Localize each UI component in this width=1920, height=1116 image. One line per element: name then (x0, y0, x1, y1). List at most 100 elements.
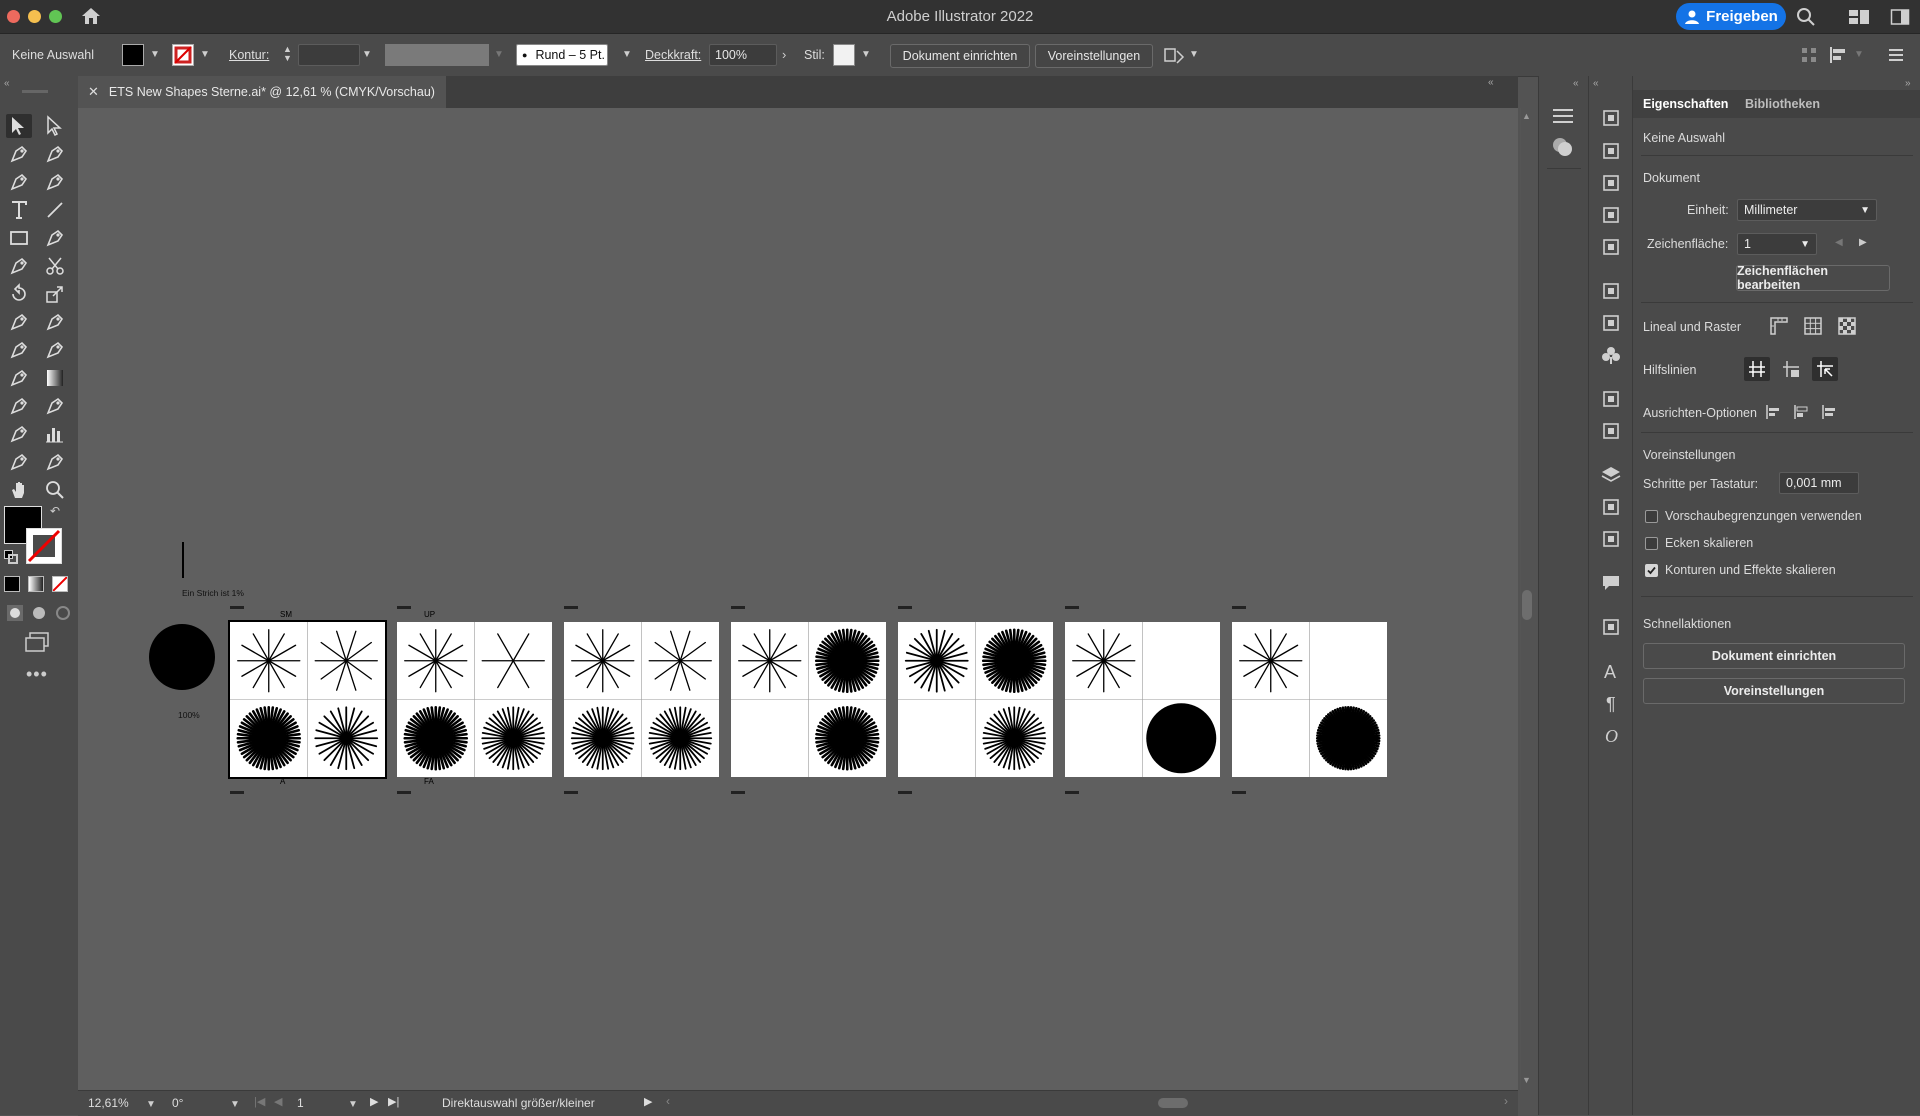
transparency-grid-icon[interactable] (1834, 314, 1860, 338)
sample-dot[interactable] (149, 624, 215, 690)
slice-tool-icon[interactable] (42, 450, 68, 474)
star-shape[interactable] (648, 706, 713, 771)
libraries-icon[interactable] (1599, 419, 1623, 443)
magic-wand-tool-icon[interactable] (6, 142, 32, 166)
graphic-styles-icon[interactable] (1599, 387, 1623, 411)
style-swatch[interactable] (833, 44, 855, 66)
stroke-label[interactable]: Kontur: (229, 48, 269, 62)
perspective-grid-tool-icon[interactable] (42, 338, 68, 362)
transform-icon[interactable] (1800, 46, 1818, 67)
star-shape[interactable] (314, 630, 378, 691)
symbol-sprayer-tool-icon[interactable] (6, 422, 32, 446)
chevron-down-icon[interactable]: ▼ (622, 49, 632, 60)
stepper-icon[interactable]: ▲ ▼ (283, 45, 292, 63)
align-panel-icon[interactable] (1599, 615, 1623, 639)
mesh-tool-icon[interactable] (6, 366, 32, 390)
layers-icon[interactable] (1599, 463, 1623, 487)
comments-icon[interactable] (1599, 571, 1623, 595)
prev-artboard-icon[interactable]: ◀ (1835, 237, 1843, 248)
star-shape[interactable] (648, 630, 712, 691)
chevron-right-icon[interactable]: › (782, 47, 786, 62)
pathfinder-icon[interactable] (1599, 171, 1623, 195)
star-shape[interactable] (403, 705, 469, 771)
gradient-mode-icon[interactable] (28, 576, 44, 592)
menu-icon[interactable] (1886, 45, 1906, 68)
document-setup-button[interactable]: Dokument einrichten (890, 44, 1030, 68)
scroll-right-icon[interactable]: › (1504, 1094, 1508, 1108)
scroll-up-icon[interactable]: ▲ (1522, 111, 1531, 121)
panel-menu-icon[interactable] (1551, 106, 1575, 129)
star-shape[interactable] (237, 629, 301, 693)
chevron-down-icon[interactable]: ▼ (200, 49, 210, 60)
selection-tool-icon[interactable] (6, 114, 32, 138)
free-transform-tool-icon[interactable] (42, 310, 68, 334)
chevron-down-icon[interactable]: ▼ (348, 1099, 358, 1110)
first-artboard-icon[interactable]: |◀ (254, 1095, 265, 1108)
align-icon[interactable] (1828, 45, 1848, 68)
transform-panel-icon[interactable] (1599, 139, 1623, 163)
next-artboard-icon[interactable]: ▶ (1859, 237, 1867, 248)
none-mode-icon[interactable] (52, 576, 68, 592)
panel-grip[interactable] (22, 90, 48, 93)
star-shape[interactable] (814, 628, 880, 694)
draw-inside-icon[interactable] (54, 604, 72, 622)
star-shape[interactable] (404, 629, 468, 693)
chevron-down-icon[interactable]: ▼ (861, 49, 871, 60)
collapse-icon[interactable]: » (1905, 78, 1911, 89)
star-shape[interactable] (481, 706, 546, 771)
star-shape[interactable] (982, 706, 1047, 771)
edit-artboards-button[interactable]: Zeichenflächen bearbeiten (1736, 264, 1890, 292)
chevron-down-icon[interactable]: ▼ (230, 1099, 240, 1110)
zoom-tool-icon[interactable] (42, 478, 68, 502)
star-shape[interactable] (1239, 629, 1303, 693)
hand-tool-icon[interactable] (6, 478, 32, 502)
swatches-icon[interactable] (1599, 279, 1623, 303)
document-tab[interactable]: ✕ ETS New Shapes Sterne.ai* @ 12,61 % (C… (78, 76, 446, 108)
artboard-number[interactable]: 1 (297, 1096, 304, 1110)
edit-toolbar-icon[interactable]: ••• (26, 664, 48, 685)
keyboard-increment-field[interactable]: 0,001 mm (1779, 472, 1859, 494)
gradient-tool-icon[interactable] (42, 366, 68, 390)
brushes-icon[interactable] (1599, 311, 1623, 335)
zoom-level[interactable]: 12,61% (88, 1096, 129, 1110)
chevron-down-icon[interactable]: ▼ (150, 49, 160, 60)
paragraph-icon[interactable]: ¶ (1599, 691, 1623, 715)
width-tool-icon[interactable] (6, 310, 32, 334)
sample-stroke[interactable] (182, 542, 184, 578)
quick-preferences-button[interactable]: Voreinstellungen (1643, 678, 1905, 704)
star-shape[interactable] (738, 629, 802, 693)
star-shape[interactable] (904, 628, 969, 693)
blend-tool-icon[interactable] (42, 394, 68, 418)
scissors-tool-icon[interactable] (42, 254, 68, 278)
checkbox-scale-strokes[interactable] (1645, 564, 1658, 577)
chevron-down-icon[interactable]: ▼ (1854, 49, 1864, 60)
star-shape[interactable] (1072, 629, 1136, 693)
share-button[interactable]: Freigeben (1676, 3, 1786, 30)
draw-normal-icon[interactable] (6, 604, 24, 622)
lock-guides-icon[interactable] (1778, 357, 1804, 381)
artboard[interactable] (731, 622, 886, 777)
artboard-tool-icon[interactable] (6, 450, 32, 474)
collapse-icon[interactable]: « (1488, 77, 1494, 88)
screen-mode-icon[interactable] (24, 632, 50, 652)
workspace-icon[interactable] (1848, 8, 1870, 29)
unit-select[interactable]: Millimeter ▼ (1737, 199, 1877, 221)
export-icon[interactable] (1599, 495, 1623, 519)
panel-layout-icon[interactable] (1890, 8, 1910, 29)
variable-width-profile[interactable] (385, 44, 489, 66)
column-graph-tool-icon[interactable] (42, 422, 68, 446)
opentype-icon[interactable]: O (1599, 723, 1623, 747)
smart-guides-icon[interactable] (1812, 357, 1838, 381)
asset-export-icon[interactable] (1599, 235, 1623, 259)
star-shape[interactable] (1315, 705, 1381, 771)
eyedropper-tool-icon[interactable] (6, 394, 32, 418)
fill-swatch[interactable] (122, 44, 144, 66)
star-shape[interactable] (481, 633, 545, 689)
symbols-icon[interactable] (1599, 343, 1623, 367)
type-tool-icon[interactable] (6, 198, 32, 222)
line-tool-icon[interactable] (42, 198, 68, 222)
lasso-tool-icon[interactable] (42, 142, 68, 166)
next-artboard-icon[interactable]: ▶ (370, 1095, 378, 1108)
tab-properties[interactable]: Eigenschaften (1643, 97, 1728, 111)
arrange-docs-icon[interactable] (1163, 45, 1185, 68)
